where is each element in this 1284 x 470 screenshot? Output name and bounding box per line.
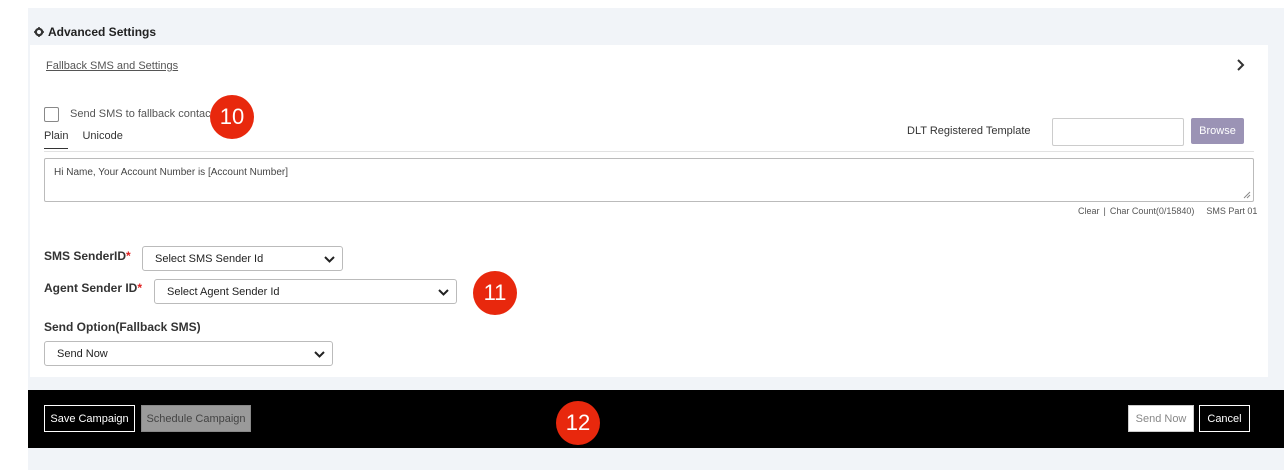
- save-campaign-button[interactable]: Save Campaign: [44, 405, 135, 432]
- counter-separator: |: [1103, 206, 1106, 216]
- fallback-contact-label: Send SMS to fallback contact: [70, 108, 214, 120]
- fallback-sms-link[interactable]: Fallback SMS and Settings: [46, 60, 178, 72]
- fallback-contact-checkbox[interactable]: [44, 107, 59, 122]
- agent-sender-id-value: Select Agent Sender Id: [167, 285, 280, 298]
- annotation-badge: 10: [210, 95, 254, 139]
- dlt-template-label: DLT Registered Template: [907, 125, 1031, 137]
- char-count: Char Count(0/15840): [1109, 206, 1195, 216]
- required-mark: *: [126, 249, 131, 263]
- browse-button[interactable]: Browse: [1191, 118, 1244, 144]
- send-option-select[interactable]: Send Now: [44, 341, 333, 366]
- gear-icon: [34, 27, 44, 37]
- sms-part-count: SMS Part 01: [1206, 206, 1258, 216]
- agent-sender-id-select[interactable]: Select Agent Sender Id: [154, 279, 457, 304]
- clear-link[interactable]: Clear: [1078, 206, 1100, 216]
- message-text: Hi Name, Your Account Number is [Account…: [54, 167, 288, 178]
- required-mark: *: [137, 281, 143, 295]
- chevron-right-icon[interactable]: [1232, 57, 1248, 73]
- resize-handle-icon[interactable]: [1243, 191, 1251, 199]
- schedule-campaign-button[interactable]: Schedule Campaign: [141, 405, 251, 432]
- annotation-badge: 11: [473, 271, 517, 315]
- send-now-button[interactable]: Send Now: [1128, 405, 1194, 432]
- sms-sender-id-select[interactable]: Select SMS Sender Id: [142, 246, 343, 271]
- cancel-button[interactable]: Cancel: [1199, 405, 1250, 432]
- send-option-label: Send Option(Fallback SMS): [44, 320, 201, 334]
- chevron-down-icon: [314, 351, 325, 358]
- message-textarea[interactable]: Hi Name, Your Account Number is [Account…: [44, 158, 1254, 202]
- message-counters: Clear | Char Count(0/15840) SMS Part 01: [1078, 206, 1257, 216]
- advanced-settings-header: Advanced Settings: [34, 25, 156, 39]
- chevron-down-icon: [438, 289, 449, 296]
- chevron-down-icon: [324, 256, 335, 263]
- agent-sender-id-label: Agent Sender ID*: [44, 281, 143, 295]
- advanced-settings-title: Advanced Settings: [48, 25, 157, 39]
- send-option-value: Send Now: [57, 347, 108, 360]
- encoding-tabs: Plain Unicode: [44, 130, 123, 149]
- annotation-badge: 12: [556, 401, 600, 445]
- sms-sender-id-label: SMS SenderID*: [44, 249, 131, 263]
- dlt-template-input[interactable]: [1052, 118, 1184, 146]
- tab-divider: [44, 151, 1254, 152]
- sms-sender-id-value: Select SMS Sender Id: [155, 252, 264, 265]
- tab-plain[interactable]: Plain: [44, 130, 69, 149]
- tab-unicode[interactable]: Unicode: [82, 130, 122, 149]
